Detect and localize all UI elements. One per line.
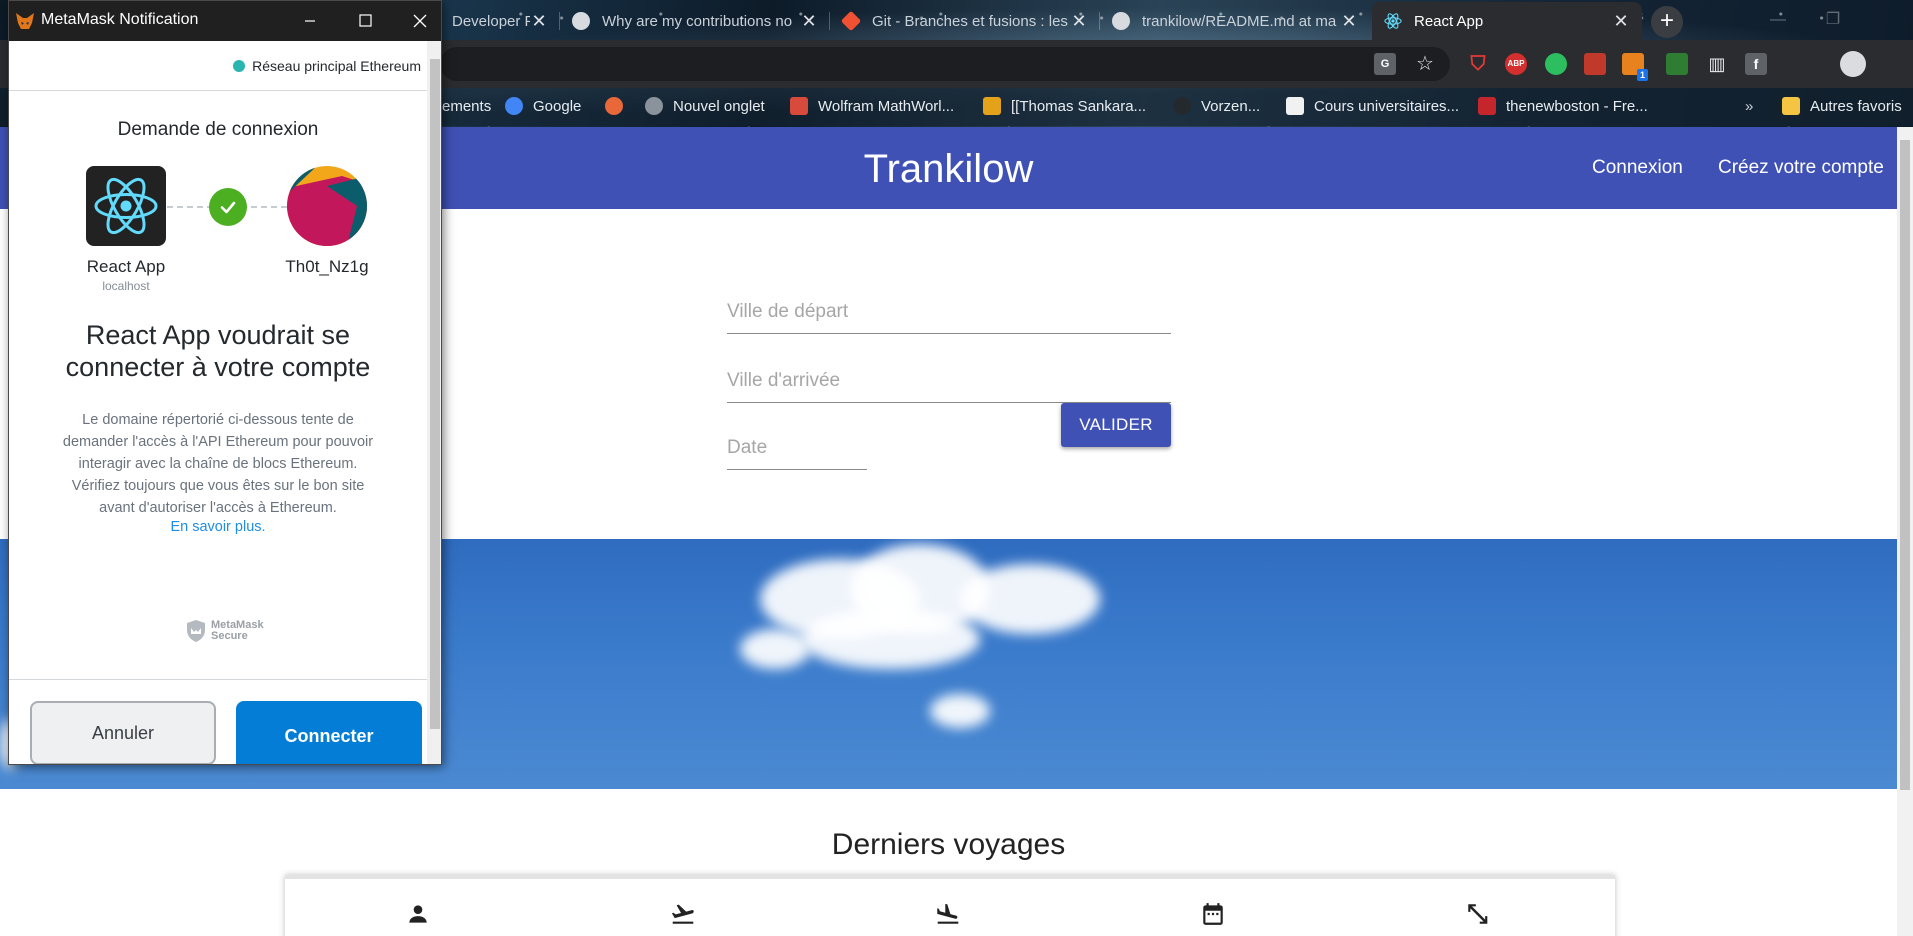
tab-github-contributions[interactable]: Why are my contributions no ✕ — [560, 2, 830, 40]
submit-button[interactable]: VALIDER — [1061, 403, 1171, 447]
arrival-field[interactable] — [727, 348, 1171, 403]
sheets-extension-icon[interactable] — [1666, 53, 1688, 75]
metamask-extension-icon[interactable]: 1 — [1622, 53, 1648, 81]
address-bar[interactable] — [440, 47, 1450, 81]
bookmark-thomas-sankara[interactable]: [[Thomas Sankara... — [983, 95, 1146, 117]
google-icon — [505, 97, 523, 115]
translate-icon[interactable]: G — [1374, 53, 1396, 75]
tab-git-branches[interactable]: Git - Branches et fusions : les ✕ — [830, 2, 1100, 40]
metamask-content: Réseau principal Ethereum Demande de con… — [9, 41, 427, 764]
date-input[interactable] — [727, 437, 867, 459]
tab-trankilow-readme[interactable]: trankilow/README.md at ma ✕ — [1100, 2, 1370, 40]
git-icon — [840, 10, 862, 32]
divider — [9, 679, 427, 680]
star-icon[interactable]: ☆ — [1414, 53, 1436, 75]
network-name: Réseau principal Ethereum — [252, 58, 421, 74]
learn-more-link[interactable]: En savoir plus. — [9, 519, 427, 535]
minimize-icon[interactable]: — — [1755, 2, 1801, 38]
bookmark-cours-universitaires[interactable]: Cours universitaires... — [1286, 95, 1459, 117]
close-icon[interactable]: ✕ — [1612, 11, 1630, 32]
close-icon[interactable]: ✕ — [1340, 11, 1358, 32]
avatar[interactable] — [1840, 51, 1866, 77]
github-icon — [1173, 97, 1191, 115]
minimize-icon[interactable] — [287, 1, 333, 41]
window-title: MetaMask Notification — [41, 11, 199, 28]
reading-list-icon[interactable]: ▥ — [1706, 53, 1728, 75]
bookmark-wolfram[interactable]: Wolfram MathWorl... — [790, 95, 954, 117]
bookmark-thenewboston[interactable]: thenewboston - Fre... — [1478, 95, 1648, 117]
shield-extension-icon[interactable]: ⛉ — [1467, 53, 1489, 75]
arrival-input[interactable] — [727, 370, 1171, 392]
close-icon[interactable]: ✕ — [1070, 11, 1088, 32]
restore-icon[interactable]: ❐ — [1810, 2, 1856, 38]
extension-badge: 1 — [1636, 69, 1648, 81]
connection-request-title: Demande de connexion — [117, 119, 319, 140]
network-indicator[interactable]: Réseau principal Ethereum — [233, 58, 421, 74]
bookmarks-overflow[interactable]: » — [1745, 95, 1753, 117]
cancel-button[interactable]: Annuler — [30, 701, 216, 764]
bookmark-shortcut[interactable] — [605, 95, 633, 117]
react-icon — [1384, 13, 1402, 29]
arrival-icon — [937, 903, 959, 924]
github-icon — [1112, 12, 1130, 30]
new-tab-button[interactable]: + — [1651, 6, 1683, 38]
departure-field[interactable] — [727, 279, 1171, 334]
bookmark-icon — [1286, 97, 1304, 115]
newboston-icon — [1478, 97, 1496, 115]
bookmark-icon — [605, 97, 623, 115]
extension-icon[interactable] — [1584, 53, 1606, 75]
bookmark-elements[interactable]: ements — [442, 95, 491, 117]
tab-react-app[interactable]: React App ✕ — [1372, 2, 1642, 40]
departure-icon — [671, 904, 694, 924]
maximize-icon[interactable] — [342, 1, 388, 41]
connect-button[interactable]: Connecter — [236, 701, 422, 764]
other-bookmarks[interactable]: Autres favoris — [1782, 95, 1902, 117]
app-host: localhost — [102, 279, 150, 293]
facebook-icon[interactable]: f — [1745, 53, 1767, 75]
calendar-icon — [1203, 903, 1223, 925]
signup-link[interactable]: Créez votre compte — [1718, 157, 1884, 179]
date-field[interactable] — [727, 415, 867, 470]
tab-developer[interactable]: Developer Pa ✕ — [440, 2, 560, 40]
bookmark-github[interactable]: Vorzen... — [1173, 95, 1260, 117]
bookmark-icon — [983, 97, 1001, 115]
connection-line — [167, 206, 213, 208]
divider — [9, 90, 427, 91]
account-identicon — [287, 166, 367, 246]
connection-line — [241, 206, 287, 208]
react-app-icon — [86, 166, 166, 246]
adblock-icon[interactable]: ABP — [1505, 53, 1527, 75]
bookmark-new-tab[interactable]: Nouvel onglet — [645, 95, 765, 117]
bookmark-google[interactable]: Google — [505, 95, 581, 117]
connect-description: Le domaine répertorié ci-dessous tente d… — [62, 412, 374, 516]
distance-icon — [1468, 904, 1488, 924]
close-icon[interactable]: ✕ — [530, 11, 548, 32]
metamask-scrollbar-thumb[interactable] — [430, 59, 440, 729]
metamask-titlebar: MetaMask Notification — [9, 1, 442, 41]
account-name: Th0t_Nz1g — [285, 257, 369, 276]
react-icon — [94, 177, 158, 235]
metamask-fox-icon — [16, 13, 34, 29]
close-icon[interactable] — [397, 1, 442, 41]
person-icon — [409, 905, 427, 923]
globe-icon — [645, 97, 663, 115]
folder-icon — [1782, 97, 1800, 115]
close-icon[interactable]: ✕ — [800, 11, 818, 32]
login-link[interactable]: Connexion — [1592, 157, 1683, 179]
app-name: React App — [86, 257, 166, 276]
github-icon — [572, 12, 590, 30]
connect-heading: React App voudrait se connecter à votre … — [65, 320, 371, 382]
departure-input[interactable] — [727, 301, 1171, 323]
last-trips-title: Derniers voyages — [831, 828, 1066, 861]
shield-icon — [187, 620, 205, 642]
metamask-secure-badge: MetaMask Secure — [185, 619, 264, 643]
evernote-icon[interactable] — [1545, 53, 1567, 75]
last-trips-table — [285, 875, 1615, 936]
metamask-notification-window: MetaMask Notification Réseau principal E… — [8, 0, 442, 765]
wolfram-icon — [790, 97, 808, 115]
network-status-dot — [233, 60, 246, 72]
page-scrollbar-thumb[interactable] — [1900, 140, 1910, 790]
check-icon — [209, 188, 247, 226]
